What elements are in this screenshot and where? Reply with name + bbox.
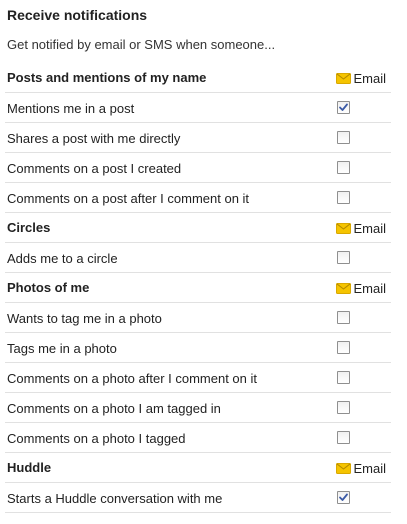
page-subtitle: Get notified by email or SMS when someon… [7,37,276,52]
notification-row: Starts a Huddle conversation with me [5,483,391,513]
email-label: Email [353,70,386,86]
notification-row: Comments on a photo after I comment on i… [5,363,391,393]
email-checkbox[interactable] [337,401,350,414]
notification-list: Posts and mentions of my name Email Mentio… [5,63,391,513]
checkmark-icon [339,493,348,501]
notifications-panel: Receive notifications Get notified by em… [0,0,407,524]
email-column-header: Email [336,280,386,296]
email-label: Email [353,460,386,476]
notification-row: Mentions me in a post [5,93,391,123]
section-header-posts-and-mentions-of-my-name: Posts and mentions of my name Email [5,63,391,93]
envelope-icon [336,72,352,84]
envelope-icon [336,222,352,234]
email-column-header: Email [336,70,386,86]
notification-label: Comments on a post after I comment on it [7,191,250,206]
notification-label: Wants to tag me in a photo [7,311,162,326]
notification-label: Shares a post with me directly [7,131,181,146]
notification-label: Starts a Huddle conversation with me [7,491,223,506]
email-checkbox[interactable] [337,371,350,384]
notification-row: Comments on a post after I comment on it [5,183,391,213]
email-checkbox[interactable] [337,191,350,204]
email-checkbox[interactable] [337,491,350,504]
notification-row: Wants to tag me in a photo [5,303,391,333]
notification-label: Comments on a post I created [7,161,182,176]
email-checkbox[interactable] [337,101,350,114]
email-label: Email [353,220,386,236]
notification-label: Comments on a photo I tagged [7,431,186,446]
email-checkbox[interactable] [337,431,350,444]
section-title: Photos of me [7,280,90,295]
notification-label: Comments on a photo after I comment on i… [7,371,258,386]
notification-row: Comments on a photo I tagged [5,423,391,453]
envelope-icon [336,282,352,294]
email-checkbox[interactable] [337,161,350,174]
email-checkbox[interactable] [337,311,350,324]
email-checkbox[interactable] [337,251,350,264]
section-header-huddle: Huddle Email [5,453,391,483]
section-title: Posts and mentions of my name [7,70,207,85]
notification-row: Comments on a photo I am tagged in [5,393,391,423]
notification-row: Adds me to a circle [5,243,391,273]
email-checkbox[interactable] [337,341,350,354]
envelope-icon [336,462,352,474]
page-title: Receive notifications [7,7,148,23]
notification-row: Shares a post with me directly [5,123,391,153]
notification-row: Comments on a post I created [5,153,391,183]
section-title: Huddle [7,460,52,475]
notification-label: Adds me to a circle [7,251,118,266]
section-title: Circles [7,220,51,235]
email-column-header: Email [336,220,386,236]
section-header-circles: Circles Email [5,213,391,243]
email-column-header: Email [336,460,386,476]
notification-label: Comments on a photo I am tagged in [7,401,221,416]
section-header-photos-of-me: Photos of me Email [5,273,391,303]
notification-label: Mentions me in a post [7,101,135,116]
checkmark-icon [339,103,348,111]
notification-row: Tags me in a photo [5,333,391,363]
notification-label: Tags me in a photo [7,341,117,356]
email-checkbox[interactable] [337,131,350,144]
email-label: Email [353,280,386,296]
